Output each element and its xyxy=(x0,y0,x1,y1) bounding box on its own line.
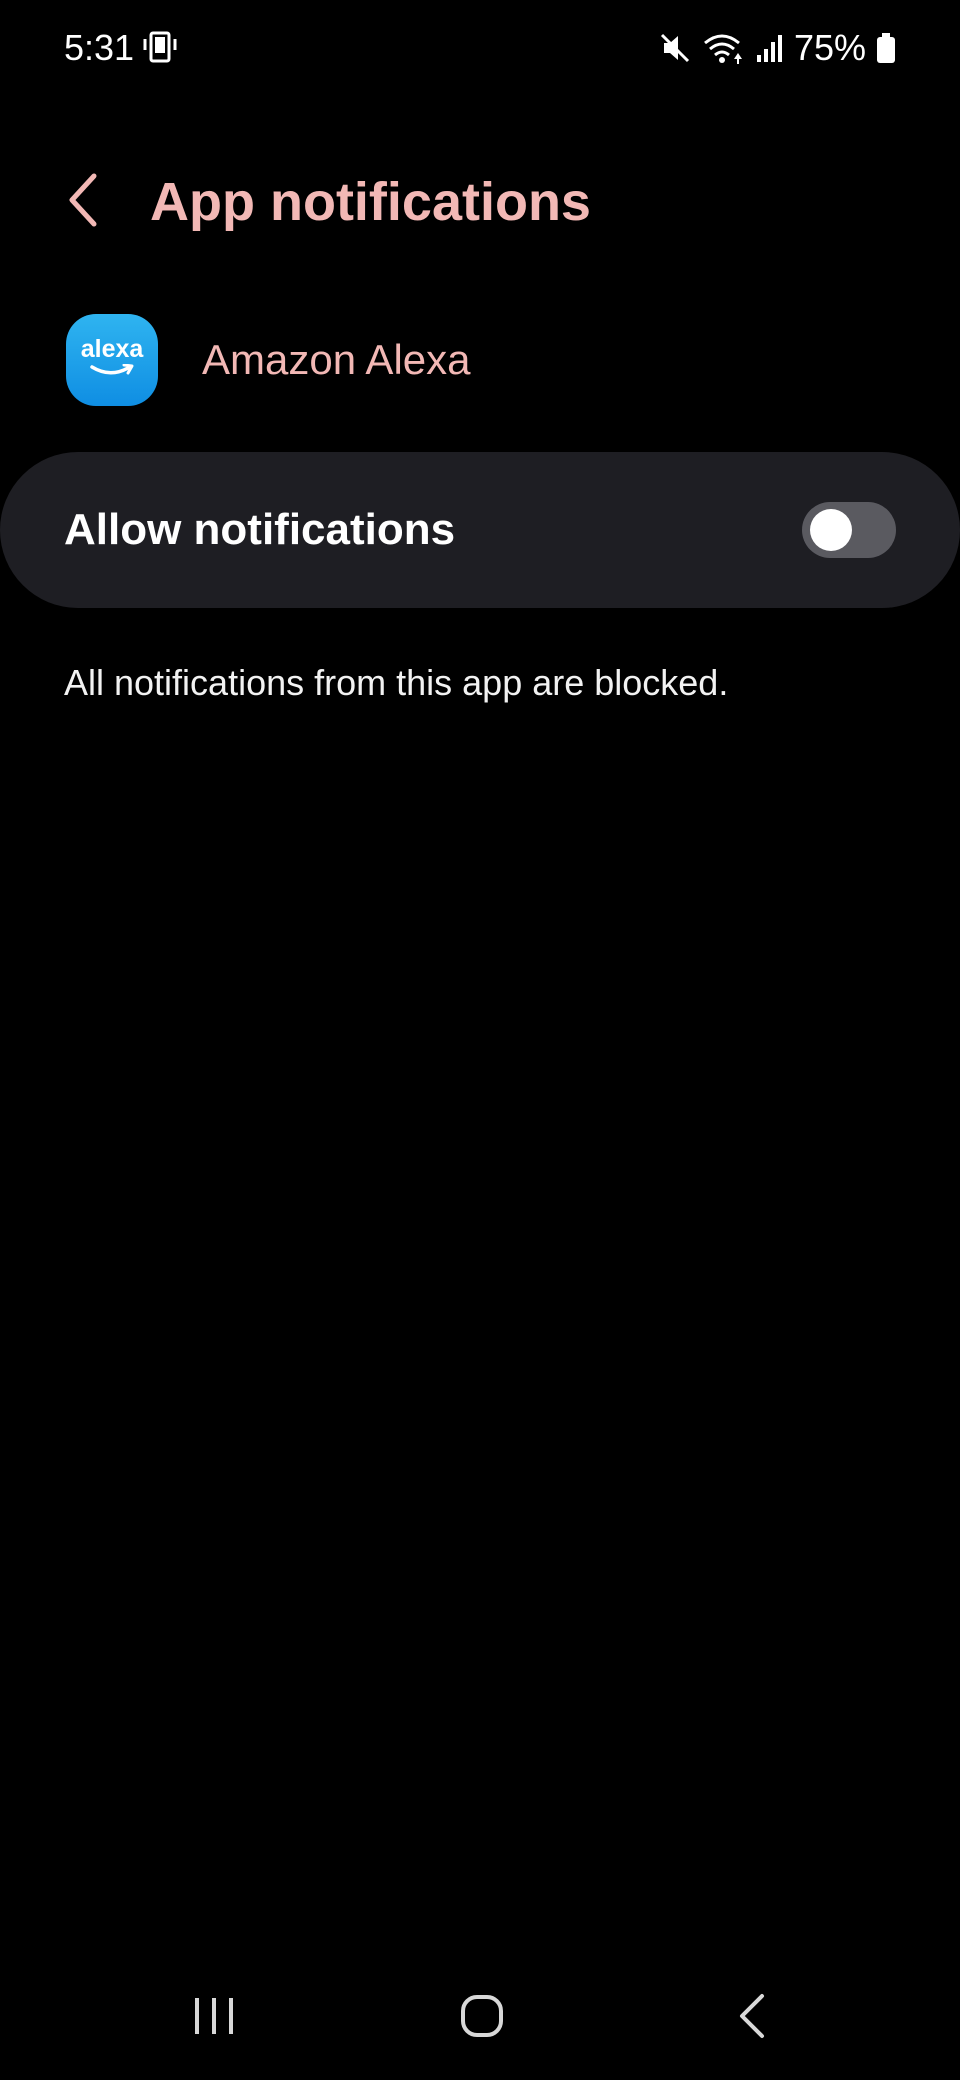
mute-icon xyxy=(658,31,692,65)
app-icon-wordmark: alexa xyxy=(80,335,144,363)
wifi-icon xyxy=(702,31,746,65)
signal-icon xyxy=(756,33,784,63)
app-name: Amazon Alexa xyxy=(202,336,471,383)
status-icons: 75% xyxy=(658,26,896,70)
toggle-knob xyxy=(810,509,852,551)
alexa-app-icon: alexa xyxy=(66,314,158,406)
chevron-left-icon xyxy=(64,172,104,233)
page-title: App notifications xyxy=(150,172,591,232)
status-bar: 5:31 75% xyxy=(0,0,960,96)
blocked-message: All notifications from this app are bloc… xyxy=(64,662,729,703)
navigation-bar xyxy=(0,1970,960,2066)
home-icon xyxy=(460,1994,504,2043)
allow-notifications-label: Allow notifications xyxy=(64,505,456,554)
device-icon xyxy=(142,30,178,66)
status-time: 5:31 xyxy=(64,27,135,68)
recents-icon xyxy=(191,1994,237,2043)
nav-back-button[interactable] xyxy=(712,1978,792,2058)
battery-icon xyxy=(876,32,896,64)
allow-notifications-row[interactable]: Allow notifications xyxy=(0,452,960,608)
recents-button[interactable] xyxy=(174,1978,254,2058)
app-info-row: alexa Amazon Alexa xyxy=(66,314,471,406)
back-icon xyxy=(736,1992,768,2045)
allow-notifications-toggle[interactable] xyxy=(802,502,896,558)
back-button[interactable] xyxy=(52,170,116,234)
header: App notifications xyxy=(0,150,960,254)
home-button[interactable] xyxy=(442,1978,522,2058)
battery-percent: 75% xyxy=(793,27,866,68)
